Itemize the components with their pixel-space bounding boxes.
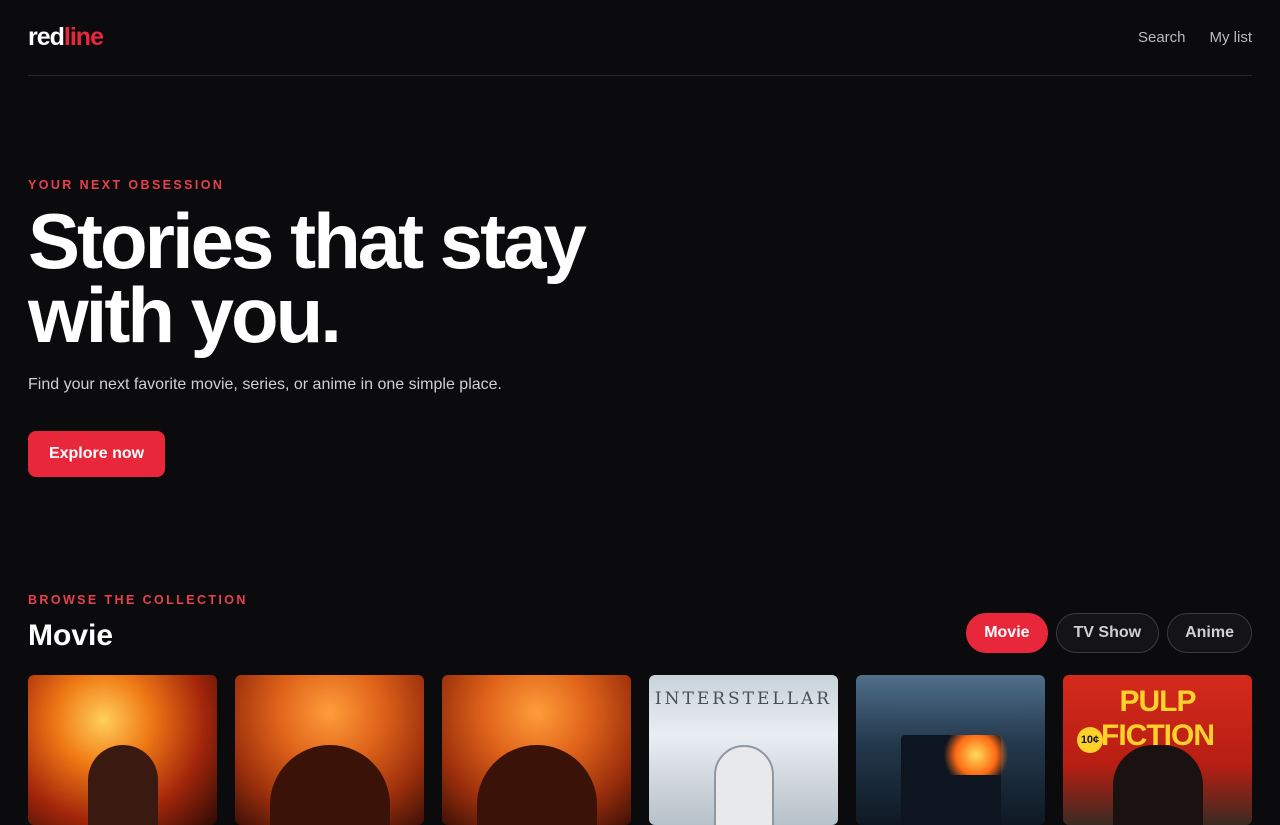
logo-part-red: red [28,23,65,51]
tab-movie[interactable]: Movie [966,613,1048,653]
hero: YOUR NEXT OBSESSION Stories that stay wi… [28,178,728,477]
oppenheimer-poster-icon [87,745,158,825]
category-tabs: Movie TV Show Anime [966,613,1252,653]
poster-card-dune-part-two-2[interactable] [442,675,631,825]
logo-part-line: line [63,23,104,51]
price-badge: 10¢ [1077,727,1103,753]
nav-search-link[interactable]: Search [1138,29,1186,46]
poster-row: INTERSTELLAR PULP FICTION 10¢ [28,675,1252,825]
dune-poster-icon [269,745,390,825]
poster-card-dark-knight[interactable] [856,675,1045,825]
logo[interactable]: redline [28,23,104,52]
figure-icon [1112,745,1203,825]
top-bar: redline Search My list [28,0,1252,76]
hero-eyebrow: YOUR NEXT OBSESSION [28,178,225,192]
poster-card-oppenheimer[interactable] [28,675,217,825]
explore-now-button[interactable]: Explore now [28,431,165,477]
browse-eyebrow: BROWSE THE COLLECTION [28,593,248,607]
hero-headline: Stories that stay with you. [28,197,587,359]
poster-title: INTERSTELLAR [654,689,833,709]
hero-subtext: Find your next favorite movie, series, o… [28,376,502,393]
astronaut-icon [713,745,774,825]
poster-card-dune-part-two[interactable] [235,675,424,825]
tab-anime[interactable]: Anime [1167,613,1252,653]
main-nav: Search My list [1138,29,1252,46]
poster-card-pulp-fiction[interactable]: PULP FICTION 10¢ [1063,675,1252,825]
bat-flame-icon [941,735,1012,775]
nav-mylist-link[interactable]: My list [1210,29,1253,46]
browse-section: BROWSE THE COLLECTION Movie Movie TV Sho… [28,593,1252,653]
tab-tv-show[interactable]: TV Show [1055,613,1160,653]
poster-card-interstellar[interactable]: INTERSTELLAR [649,675,838,825]
dune-poster-icon [476,745,597,825]
